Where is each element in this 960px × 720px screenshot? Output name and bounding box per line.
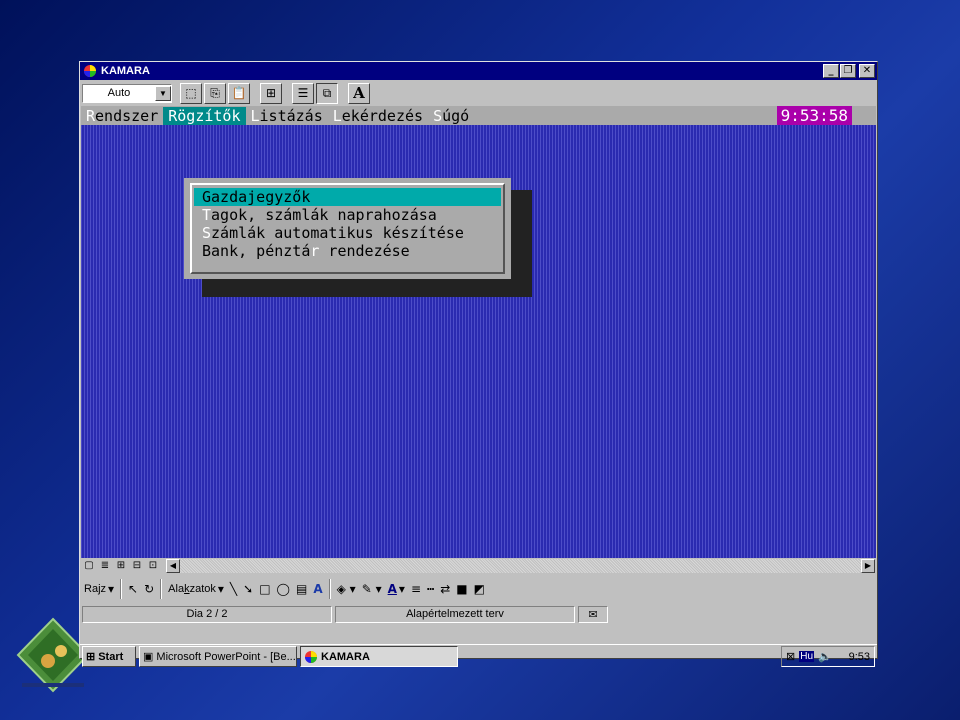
scroll-left-icon[interactable]: ◀ — [166, 559, 180, 573]
dos-clock: 9:53:58 — [776, 106, 852, 125]
notes-view-icon[interactable]: ⊟ — [130, 560, 144, 573]
background-icon[interactable]: ⧉ — [316, 82, 338, 104]
menu-rogzitok[interactable]: Rögzítők — [163, 106, 246, 125]
dropdown-item-gazdajegyzok[interactable]: Gazdajegyzők — [194, 188, 501, 206]
arrow-icon[interactable]: ➘ — [243, 582, 253, 596]
fill-color-icon[interactable]: ◈ ▾ — [337, 582, 356, 596]
slide-sorter-icon[interactable]: ⊞ — [114, 560, 128, 573]
font-icon[interactable]: A — [348, 82, 370, 104]
title-bar[interactable]: KAMARA _ ❐ ✕ — [80, 62, 877, 80]
language-indicator[interactable]: Hu — [799, 651, 815, 662]
mark-icon[interactable]: ⬚ — [180, 82, 202, 104]
window-title: KAMARA — [101, 65, 150, 77]
spellcheck-icon[interactable]: ✉ — [578, 605, 608, 623]
arrow-style-icon[interactable]: ⇄ — [440, 582, 450, 596]
paste-icon[interactable]: 📋 — [228, 82, 250, 104]
network-icon[interactable]: ⊠ — [786, 650, 795, 663]
line-style-icon[interactable]: ≡ — [411, 582, 421, 596]
draw-menu-button[interactable]: Rajz ▾ — [84, 582, 114, 596]
close-button[interactable]: ✕ — [859, 64, 875, 78]
minimize-button[interactable]: _ — [823, 64, 839, 78]
powerpoint-chrome: ▢ ≣ ⊞ ⊟ ⊡ ◀ ▶ Rajz ▾ ↖ ↻ Alakzatok ▾ ╲ ➘… — [80, 558, 877, 644]
tray-clock: 9:53 — [848, 650, 870, 663]
kamara-app-icon — [84, 65, 96, 77]
system-tray: ⊠ Hu 🔈 9:53 — [781, 646, 875, 667]
taskbar-powerpoint-label: Microsoft PowerPoint - [Be... — [156, 650, 296, 663]
font-color-icon[interactable]: A ▾ — [388, 582, 405, 596]
menu-lekerdezes[interactable]: Lekérdezés — [328, 107, 428, 125]
free-rotate-icon[interactable]: ↻ — [144, 582, 154, 596]
dropdown-item-bank[interactable]: Bank, pénztár rendezése — [194, 242, 501, 260]
windows-logo-icon: ⊞ — [86, 651, 96, 663]
textbox-icon[interactable]: ▤ — [296, 582, 307, 596]
wordart-icon[interactable]: A — [313, 582, 322, 596]
powerpoint-icon: ▣ — [143, 651, 154, 663]
view-buttons-row: ▢ ≣ ⊞ ⊟ ⊡ ◀ ▶ — [80, 558, 877, 574]
properties-icon[interactable]: ☰ — [292, 82, 314, 104]
copy-icon[interactable]: ⎘ — [204, 82, 226, 104]
oval-icon[interactable]: ◯ — [277, 582, 290, 596]
menu-rendszer[interactable]: Rendszer — [81, 107, 163, 125]
volume-icon[interactable]: 🔈 — [818, 650, 832, 663]
select-arrow-icon[interactable]: ↖ — [128, 582, 138, 596]
dash-style-icon[interactable]: ┅ — [427, 582, 434, 596]
taskbar-item-kamara[interactable]: KAMARA — [300, 646, 458, 667]
slide-counter: Dia 2 / 2 — [82, 605, 332, 623]
autoshapes-menu-button[interactable]: Alakzatok ▾ — [168, 582, 224, 596]
restore-button[interactable]: ❐ — [840, 64, 856, 78]
rogzitok-dropdown: Gazdajegyzők Tagok, számlák naprahozása … — [184, 178, 511, 279]
outline-view-icon[interactable]: ≣ — [98, 560, 112, 573]
design-template-name: Alapértelmezett terv — [335, 605, 575, 623]
drawing-toolbar: Rajz ▾ ↖ ↻ Alakzatok ▾ ╲ ➘ □ ◯ ▤ A ◈ ▾ ✎… — [80, 574, 877, 604]
line-icon[interactable]: ╲ — [230, 582, 237, 596]
kamara-app-icon — [305, 650, 317, 663]
dos-menubar: Rendszer Rögzítők Listázás Lekérdezés Sú… — [81, 106, 876, 125]
font-size-select[interactable]: Auto ▼ — [82, 83, 172, 103]
line-color-icon[interactable]: ✎ ▾ — [362, 582, 382, 596]
rectangle-icon[interactable]: □ — [259, 582, 270, 596]
normal-view-icon[interactable]: ▢ — [82, 560, 96, 573]
start-label: Start — [98, 650, 124, 663]
kamara-window: KAMARA _ ❐ ✕ Auto ▼ ⬚ ⎘ 📋 ⊞ ☰ ⧉ A Rendsz… — [79, 61, 878, 667]
windows-taskbar: ⊞ Start ▣ Microsoft PowerPoint - [Be... … — [80, 644, 877, 668]
chevron-down-icon[interactable]: ▼ — [155, 85, 171, 101]
horizontal-scrollbar[interactable]: ◀ ▶ — [166, 559, 875, 573]
dos-window-toolbar: Auto ▼ ⬚ ⎘ 📋 ⊞ ☰ ⧉ A — [80, 80, 877, 106]
slideshow-icon[interactable]: ⊡ — [146, 560, 160, 573]
dropdown-item-tagok[interactable]: Tagok, számlák naprahozása — [194, 206, 501, 224]
font-size-value: Auto — [107, 87, 131, 99]
start-button[interactable]: ⊞ Start — [82, 646, 136, 667]
dos-screen[interactable]: Rendszer Rögzítők Listázás Lekérdezés Sú… — [81, 106, 876, 558]
3d-icon[interactable]: ◩ — [474, 582, 485, 596]
taskbar-item-powerpoint[interactable]: ▣ Microsoft PowerPoint - [Be... — [139, 646, 297, 667]
fullscreen-icon[interactable]: ⊞ — [260, 82, 282, 104]
menu-listazas[interactable]: Listázás — [246, 107, 328, 125]
powerpoint-statusbar: Dia 2 / 2 Alapértelmezett terv ✉ — [80, 604, 877, 624]
taskbar-kamara-label: KAMARA — [321, 650, 370, 663]
dropdown-item-szamlak[interactable]: Számlák automatikus készítése — [194, 224, 501, 242]
menu-sugo[interactable]: Súgó — [428, 107, 474, 125]
scroll-right-icon[interactable]: ▶ — [861, 559, 875, 573]
shadow-icon[interactable]: ■ — [456, 582, 467, 596]
menubar-end — [852, 106, 876, 125]
